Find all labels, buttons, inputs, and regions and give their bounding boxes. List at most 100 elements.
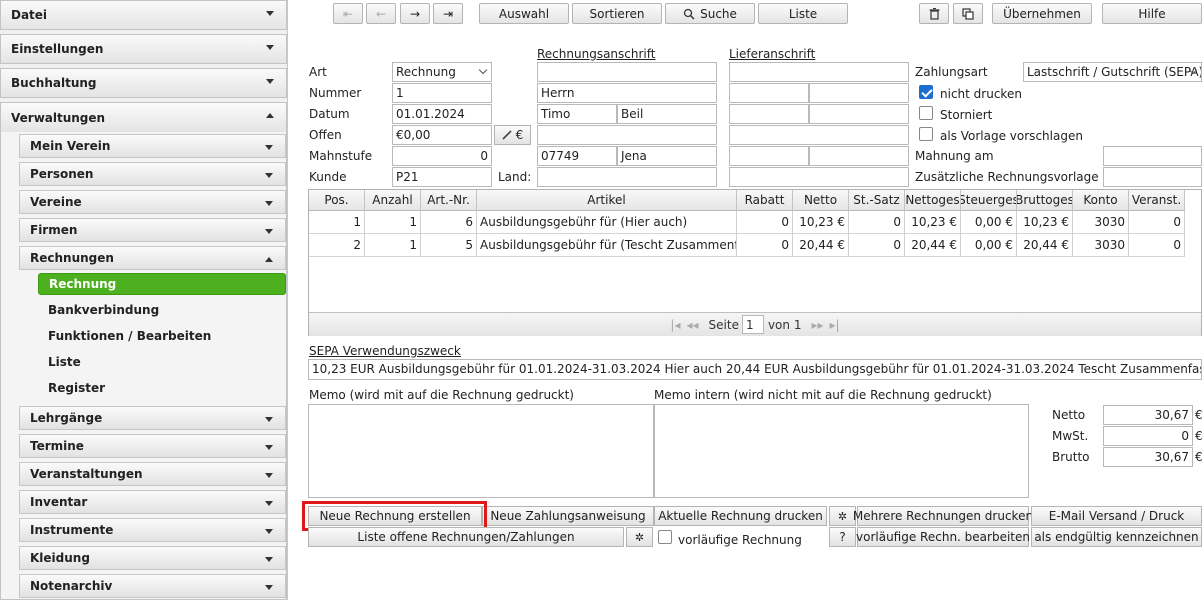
table-cell[interactable]: 5 bbox=[421, 234, 477, 257]
nav-vereine[interactable]: Vereine bbox=[19, 190, 286, 214]
table-cell[interactable]: 6 bbox=[421, 211, 477, 234]
nav-funktionen[interactable]: Funktionen / Bearbeiten bbox=[48, 326, 211, 346]
page-input[interactable]: 1 bbox=[741, 315, 764, 334]
table-cell[interactable]: 0 bbox=[737, 211, 793, 234]
nav-personen[interactable]: Personen bbox=[19, 162, 286, 186]
sortieren-button[interactable]: Sortieren bbox=[572, 3, 662, 24]
mahnung-am-field[interactable] bbox=[1103, 146, 1202, 166]
la-ort-field[interactable] bbox=[809, 146, 909, 166]
kunde-field[interactable]: P21 bbox=[392, 167, 492, 187]
auswahl-button[interactable]: Auswahl bbox=[479, 3, 569, 24]
offen-field[interactable]: €0,00 bbox=[392, 125, 492, 145]
endgueltig-button[interactable]: als endgültig kennzeichnen bbox=[1031, 527, 1202, 547]
la-anrede-field[interactable] bbox=[729, 83, 809, 103]
nav-register[interactable]: Register bbox=[48, 378, 105, 398]
liste-offene-button[interactable]: Liste offene Rechnungen/Zahlungen bbox=[308, 527, 624, 547]
nav-mein-verein[interactable]: Mein Verein bbox=[19, 134, 286, 158]
nav-rechnungen[interactable]: Rechnungen bbox=[19, 246, 286, 270]
ra-nachname-field[interactable]: Beil bbox=[617, 104, 717, 124]
nav-einstellungen[interactable]: Einstellungen bbox=[0, 34, 287, 64]
nav-kleidung[interactable]: Kleidung bbox=[19, 546, 286, 570]
table-cell[interactable]: 0 bbox=[849, 211, 905, 234]
table-cell[interactable]: 0,00 € bbox=[961, 234, 1017, 257]
nicht-drucken-checkbox[interactable] bbox=[919, 85, 933, 99]
first-record-button[interactable]: ⇤ bbox=[333, 3, 363, 24]
liste-settings-button[interactable]: ✲ bbox=[626, 527, 653, 547]
sepa-field[interactable]: 10,23 EUR Ausbildungsgebühr für 01.01.20… bbox=[308, 359, 1202, 380]
hilfe-button[interactable]: Hilfe bbox=[1102, 3, 1202, 24]
table-cell[interactable]: 10,23 € bbox=[793, 211, 849, 234]
aktuelle-drucken-button[interactable]: Aktuelle Rechnung drucken bbox=[654, 506, 827, 526]
table-cell[interactable]: 1 bbox=[309, 211, 365, 234]
nav-lehrgaenge[interactable]: Lehrgänge bbox=[19, 406, 286, 430]
last-record-button[interactable]: ⇥ bbox=[433, 3, 463, 24]
memo-intern-textarea[interactable] bbox=[654, 404, 1029, 498]
delete-button[interactable] bbox=[919, 3, 949, 24]
table-cell[interactable]: Ausbildungsgebühr für (Tescht Zusammenfa… bbox=[477, 234, 737, 257]
table-cell[interactable]: 20,44 € bbox=[793, 234, 849, 257]
la-plz-field[interactable] bbox=[729, 146, 809, 166]
vorlaeufige-checkbox[interactable] bbox=[658, 530, 672, 544]
next-page-icon[interactable]: ▸▸ bbox=[811, 318, 823, 332]
table-header-pos[interactable]: Pos. bbox=[309, 190, 365, 211]
art-select[interactable]: Rechnung bbox=[392, 62, 492, 82]
nav-termine[interactable]: Termine bbox=[19, 434, 286, 458]
table-cell[interactable]: 1 bbox=[365, 211, 421, 234]
table-header-bruttoges[interactable]: Bruttoges bbox=[1017, 190, 1073, 211]
table-cell[interactable]: 10,23 € bbox=[905, 211, 961, 234]
table-header-netto[interactable]: Netto bbox=[793, 190, 849, 211]
zahlungsart-select[interactable]: Lastschrift / Gutschrift (SEPA) bbox=[1023, 62, 1202, 82]
help-button[interactable]: ? bbox=[829, 527, 856, 547]
nav-verwaltungen[interactable]: Verwaltungen bbox=[0, 102, 287, 132]
ra-line1-field[interactable] bbox=[537, 62, 717, 82]
copy-button[interactable] bbox=[953, 3, 983, 24]
ra-land-field[interactable] bbox=[537, 167, 717, 187]
la-strasse-field[interactable] bbox=[729, 125, 909, 145]
offen-edit-button[interactable]: € bbox=[494, 125, 531, 145]
zusaetzliche-vorlage-field[interactable] bbox=[1103, 167, 1202, 187]
table-header-artikel[interactable]: Artikel bbox=[477, 190, 737, 211]
nav-inventar[interactable]: Inventar bbox=[19, 490, 286, 514]
table-cell[interactable]: 3030 bbox=[1073, 211, 1129, 234]
uebernehmen-button[interactable]: Übernehmen bbox=[992, 3, 1092, 24]
ra-strasse-field[interactable] bbox=[537, 125, 717, 145]
nav-veranstaltungen[interactable]: Veranstaltungen bbox=[19, 462, 286, 486]
nav-buchhaltung[interactable]: Buchhaltung bbox=[0, 68, 287, 98]
table-cell[interactable]: 0 bbox=[737, 234, 793, 257]
table-cell[interactable]: 20,44 € bbox=[1017, 234, 1073, 257]
table-cell[interactable]: 20,44 € bbox=[905, 234, 961, 257]
nav-datei[interactable]: Datei bbox=[0, 0, 287, 30]
last-page-icon[interactable]: ▸| bbox=[830, 318, 840, 332]
la-nachname-field[interactable] bbox=[809, 104, 909, 124]
table-header-konto[interactable]: Konto bbox=[1073, 190, 1129, 211]
vorlage-checkbox[interactable] bbox=[919, 127, 933, 141]
nav-instrumente[interactable]: Instrumente bbox=[19, 518, 286, 542]
table-header-veranst[interactable]: Veranst. bbox=[1129, 190, 1185, 211]
nummer-field[interactable]: 1 bbox=[392, 83, 492, 103]
suche-button[interactable]: Suche bbox=[665, 3, 755, 24]
table-cell[interactable]: 0 bbox=[1129, 211, 1185, 234]
ra-ort-field[interactable]: Jena bbox=[617, 146, 717, 166]
table-header-stsatz[interactable]: St.-Satz bbox=[849, 190, 905, 211]
table-header-artnr[interactable]: Art.-Nr. bbox=[421, 190, 477, 211]
table-cell[interactable]: 2 bbox=[309, 234, 365, 257]
prev-page-icon[interactable]: ◂◂ bbox=[686, 318, 698, 332]
memo-textarea[interactable] bbox=[308, 404, 654, 498]
table-header-steuerges[interactable]: Steuerges bbox=[961, 190, 1017, 211]
nav-bankverbindung[interactable]: Bankverbindung bbox=[48, 300, 159, 320]
email-versand-button[interactable]: E-Mail Versand / Druck bbox=[1031, 506, 1202, 526]
la-vorname-field[interactable] bbox=[729, 104, 809, 124]
liste-button[interactable]: Liste bbox=[758, 3, 848, 24]
la-land-field[interactable] bbox=[729, 167, 909, 187]
la-line1-field[interactable] bbox=[729, 62, 909, 82]
next-record-button[interactable]: → bbox=[400, 3, 430, 24]
neue-zahlungsanweisung-button[interactable]: Neue Zahlungsanweisung bbox=[482, 506, 654, 526]
nav-liste[interactable]: Liste bbox=[48, 352, 81, 372]
prev-record-button[interactable]: ← bbox=[366, 3, 396, 24]
table-cell[interactable]: Ausbildungsgebühr für (Hier auch) bbox=[477, 211, 737, 234]
nav-rechnung[interactable]: Rechnung bbox=[38, 273, 286, 295]
ra-plz-field[interactable]: 07749 bbox=[537, 146, 617, 166]
mehrere-drucken-button[interactable]: Mehrere Rechnungen drucken bbox=[853, 506, 1033, 526]
table-cell[interactable]: 0 bbox=[849, 234, 905, 257]
nav-firmen[interactable]: Firmen bbox=[19, 218, 286, 242]
